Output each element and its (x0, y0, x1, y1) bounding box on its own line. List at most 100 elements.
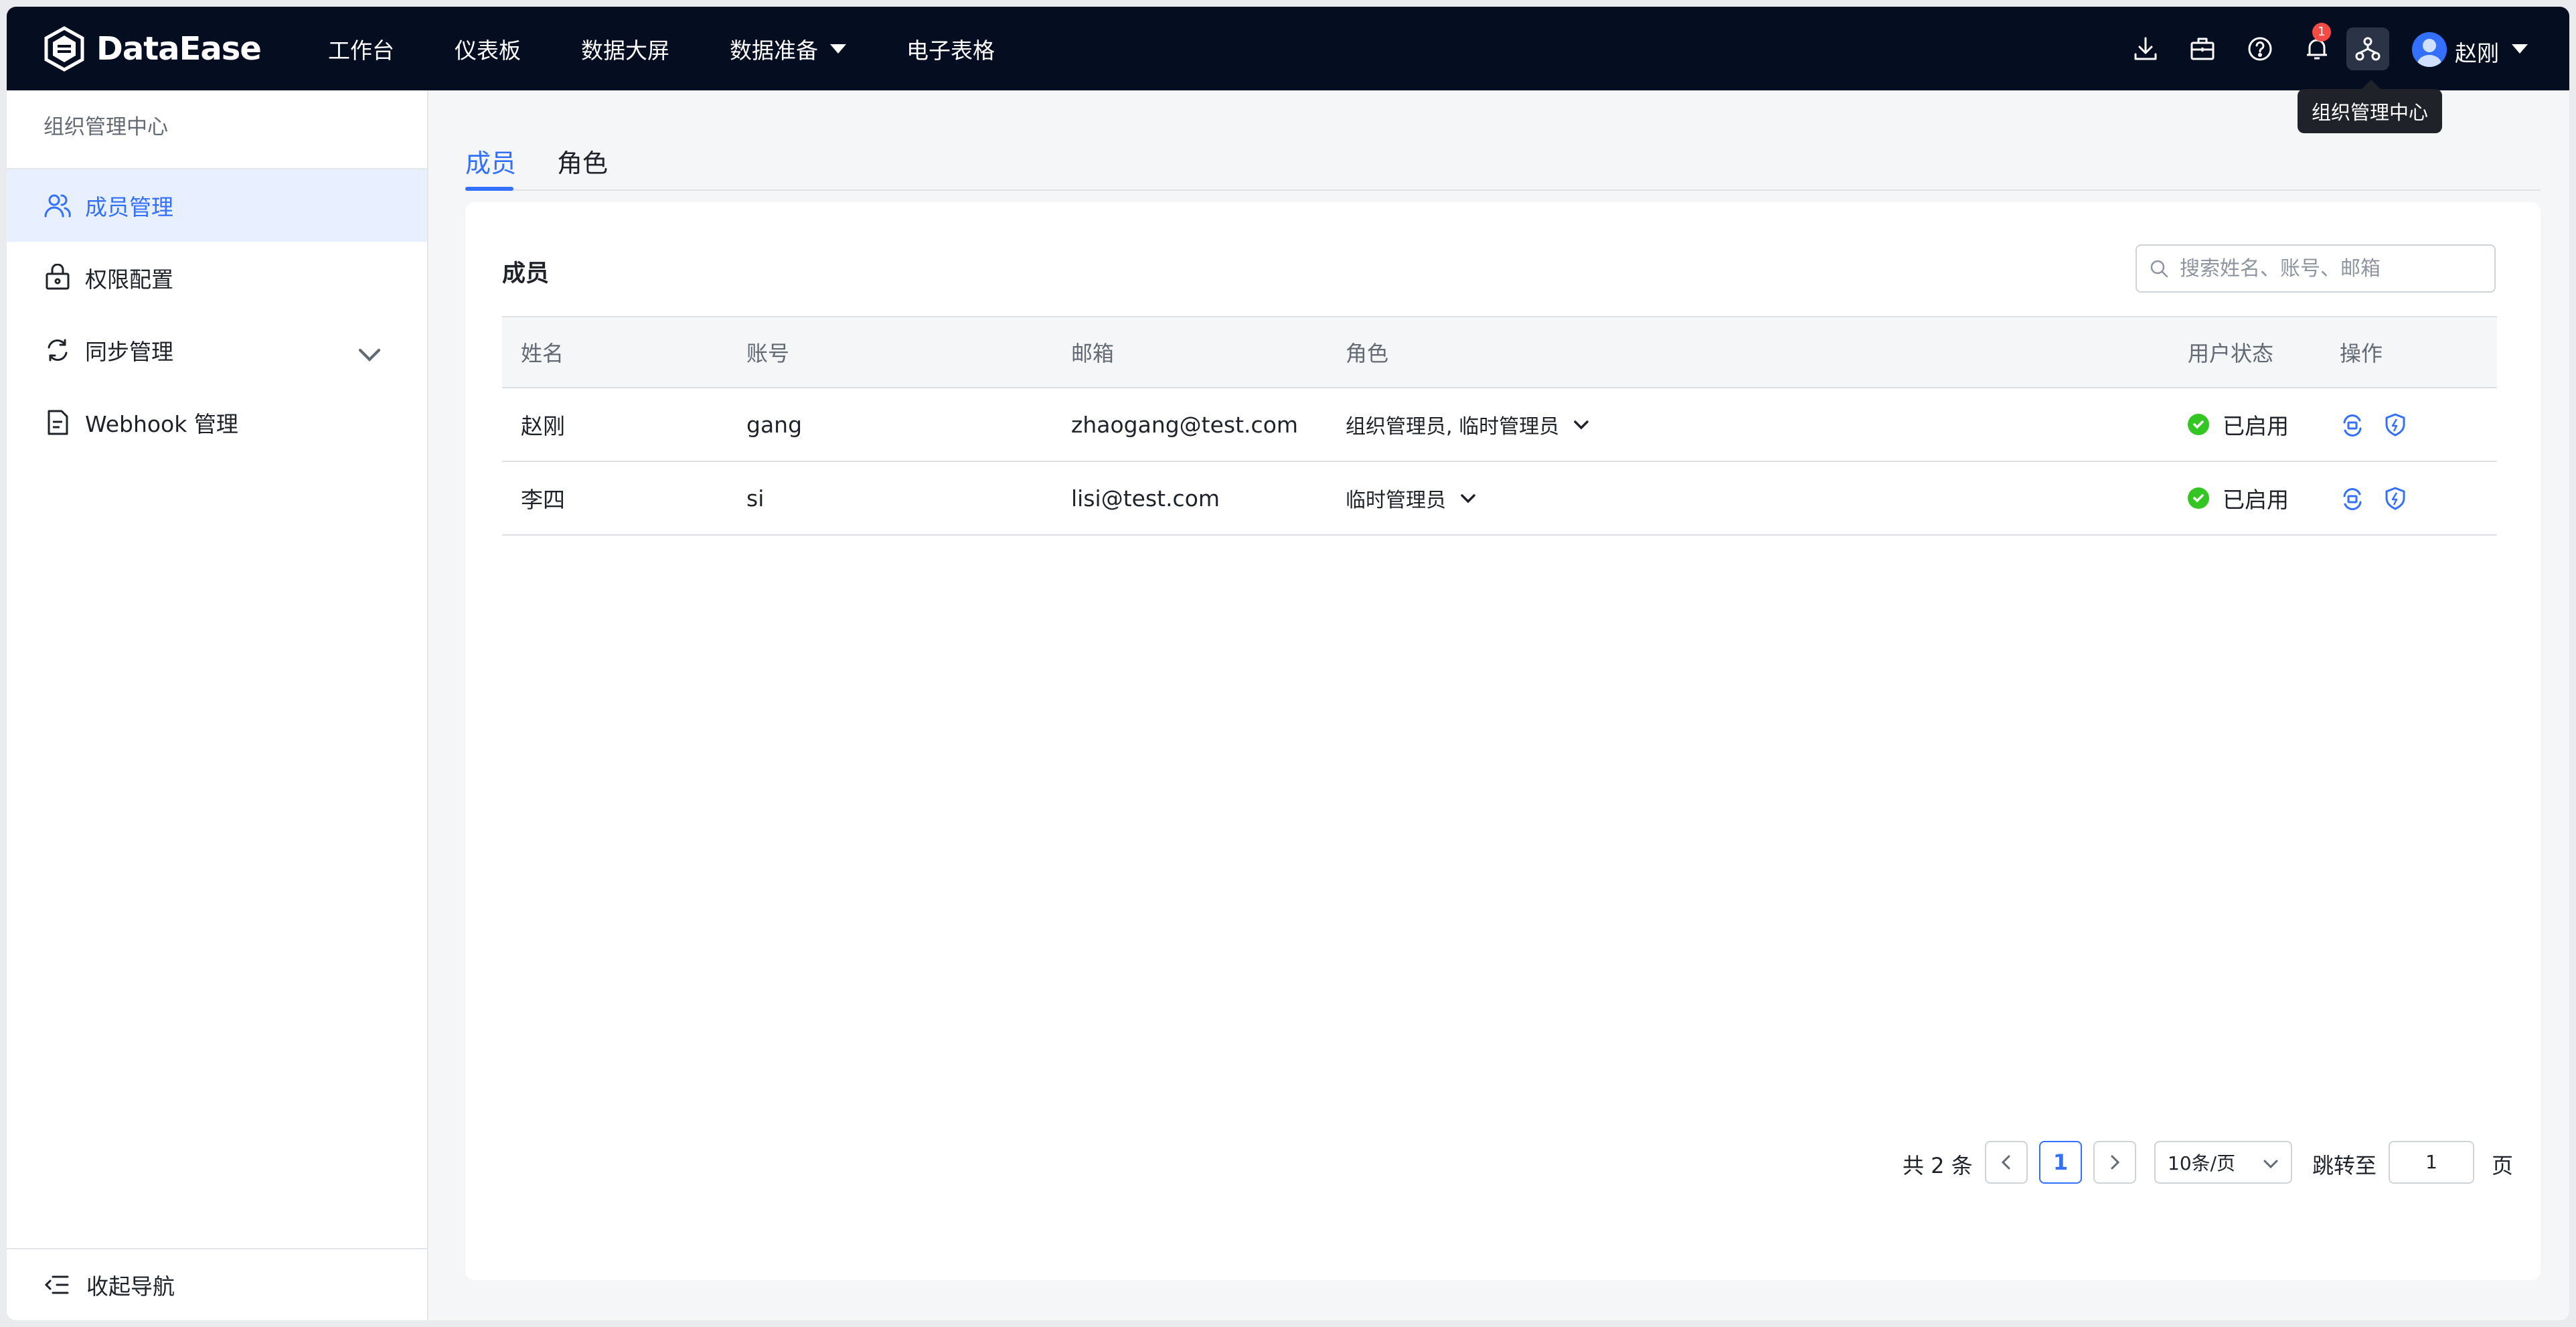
nav-label: 数据准备 (730, 37, 818, 64)
users-icon (44, 194, 71, 218)
tab-roles[interactable]: 角色 (557, 143, 608, 179)
notification-badge: 1 (2312, 23, 2331, 42)
row-actions (2340, 388, 2425, 461)
header-actions: 操作 (2340, 341, 2383, 366)
nav-label: 工作台 (328, 37, 394, 64)
org-tree-icon (2355, 37, 2381, 61)
table-row: 赵刚 gang zhaogang@test.com 组织管理员, 临时管理员 已… (502, 388, 2497, 462)
status-badge: 已启用 (2188, 388, 2289, 461)
collapse-label: 收起导航 (86, 1273, 175, 1300)
role-text: 组织管理员, 临时管理员 (1346, 415, 1560, 439)
role-text: 临时管理员 (1346, 489, 1446, 512)
lock-icon (46, 264, 70, 290)
card-title: 成员 (502, 260, 550, 287)
shield-permission-icon[interactable] (2383, 485, 2408, 511)
caret-down-icon (830, 44, 846, 54)
pagination: 共 2 条 1 10条/页 跳转至 1 页 (465, 1141, 2541, 1184)
sidebar-item-members[interactable]: 成员管理 (7, 169, 427, 242)
nav-data-screen[interactable]: 数据大屏 (581, 33, 669, 65)
user-name[interactable]: 赵刚 (2455, 35, 2499, 68)
logo[interactable]: DataEase (42, 26, 262, 72)
sidebar-item-permissions[interactable]: 权限配置 (7, 242, 427, 314)
nav-label: 电子表格 (906, 37, 995, 64)
header-status: 用户状态 (2188, 341, 2274, 366)
status-text: 已启用 (2223, 487, 2289, 513)
header-name: 姓名 (521, 341, 564, 366)
search-box[interactable] (2136, 244, 2496, 293)
document-icon (48, 410, 68, 435)
header-account: 账号 (746, 341, 790, 366)
reset-password-icon[interactable] (2340, 485, 2365, 511)
header-email: 邮箱 (1071, 341, 1115, 366)
nav-data-prep[interactable]: 数据准备 (730, 33, 846, 65)
page-size-value: 10条/页 (2168, 1152, 2236, 1174)
members-card: 成员 姓名 账号 邮箱 角色 用户状态 操作 赵刚 gang zhaogang@… (465, 202, 2541, 1280)
role-dropdown[interactable]: 组织管理员, 临时管理员 (1346, 388, 1591, 461)
cell-email: lisi@test.com (1071, 485, 1220, 512)
sidebar: 组织管理中心 成员管理 权限配置 同步管理 Webhook 管理 收起导航 (7, 90, 428, 1320)
download-icon[interactable] (2132, 35, 2159, 62)
page-suffix: 页 (2492, 1153, 2514, 1178)
chevron-right-icon (2111, 1155, 2120, 1170)
cell-account: si (746, 485, 764, 512)
help-icon[interactable] (2247, 35, 2273, 62)
sidebar-item-label: Webhook 管理 (85, 411, 238, 437)
app-window: DataEase 工作台 仪表板 数据大屏 数据准备 电子表格 1 赵刚 组织管… (7, 7, 2569, 1320)
chevron-down-icon (1461, 494, 1475, 503)
check-circle-icon (2188, 414, 2209, 435)
cell-name: 赵刚 (521, 413, 565, 439)
check-circle-icon (2188, 487, 2209, 509)
jump-label: 跳转至 (2312, 1153, 2377, 1178)
pagination-total: 共 2 条 (1903, 1153, 1973, 1178)
search-icon (2150, 260, 2168, 278)
sidebar-item-label: 权限配置 (85, 266, 173, 293)
members-table: 姓名 账号 邮箱 角色 用户状态 操作 赵刚 gang zhaogang@tes… (502, 316, 2497, 536)
reset-password-icon[interactable] (2340, 412, 2365, 437)
shield-permission-icon[interactable] (2383, 412, 2408, 437)
avatar[interactable] (2412, 32, 2447, 67)
next-page-button[interactable] (2093, 1141, 2136, 1184)
cell-name: 李四 (521, 487, 565, 513)
sidebar-item-label: 成员管理 (85, 194, 173, 220)
briefcase-icon[interactable] (2189, 35, 2216, 62)
role-dropdown[interactable]: 临时管理员 (1346, 462, 1478, 534)
tabs: 成员 角色 (465, 90, 2541, 191)
page-size-select[interactable]: 10条/页 (2154, 1141, 2292, 1184)
header-role: 角色 (1346, 341, 1389, 366)
chevron-down-icon (2263, 1160, 2278, 1169)
chevron-down-icon[interactable] (355, 341, 384, 369)
table-row: 李四 si lisi@test.com 临时管理员 已启用 (502, 462, 2497, 536)
sidebar-item-label: 同步管理 (85, 339, 173, 365)
cell-email: zhaogang@test.com (1071, 411, 1299, 438)
tab-active-indicator (465, 187, 513, 191)
nav-label: 数据大屏 (581, 37, 669, 64)
logo-text: DataEase (96, 30, 262, 68)
collapse-nav-button[interactable]: 收起导航 (7, 1248, 427, 1320)
cell-account: gang (746, 411, 803, 438)
nav-label: 仪表板 (455, 37, 521, 64)
chevron-down-icon (1574, 420, 1589, 430)
table-header: 姓名 账号 邮箱 角色 用户状态 操作 (502, 316, 2497, 388)
top-navigation-bar: DataEase 工作台 仪表板 数据大屏 数据准备 电子表格 1 赵刚 (7, 7, 2569, 90)
dataease-logo-icon (44, 26, 84, 72)
nav-workbench[interactable]: 工作台 (328, 33, 394, 65)
status-text: 已启用 (2223, 413, 2289, 439)
sync-icon (48, 339, 68, 362)
sidebar-item-sync[interactable]: 同步管理 (7, 314, 427, 386)
nav-spreadsheet[interactable]: 电子表格 (906, 33, 995, 65)
chevron-left-icon (2001, 1155, 2010, 1170)
sidebar-title: 组织管理中心 (7, 90, 427, 169)
search-input[interactable] (2180, 256, 2488, 281)
status-badge: 已启用 (2188, 462, 2289, 534)
jump-page-input[interactable]: 1 (2389, 1141, 2474, 1184)
tab-members[interactable]: 成员 (465, 143, 516, 179)
org-management-button[interactable] (2346, 27, 2389, 70)
collapse-icon (44, 1275, 69, 1294)
prev-page-button[interactable] (1985, 1141, 2028, 1184)
row-actions (2340, 462, 2425, 534)
caret-down-icon[interactable] (2512, 44, 2528, 54)
main-nav: 工作台 仪表板 数据大屏 数据准备 电子表格 (328, 7, 1055, 90)
page-button-current[interactable]: 1 (2039, 1141, 2082, 1184)
sidebar-item-webhook[interactable]: Webhook 管理 (7, 386, 427, 459)
nav-dashboard[interactable]: 仪表板 (455, 33, 521, 65)
